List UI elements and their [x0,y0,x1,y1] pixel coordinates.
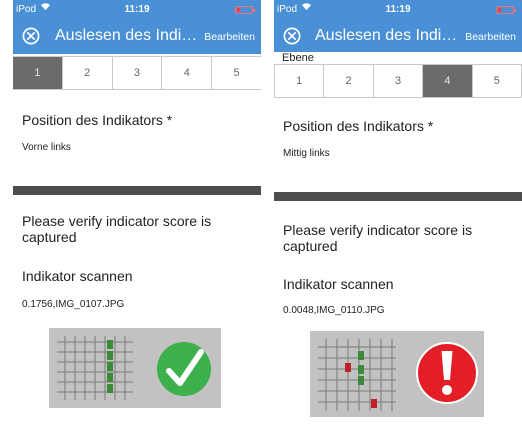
step-tab-4[interactable]: 4 [161,57,211,89]
scan-value[interactable]: 0.1756,IMG_0107.JPG [22,299,124,310]
page-title: Auslesen des Indi… [315,27,458,44]
status-bar: iPod 11:19 [274,0,522,20]
checkmark-icon [157,342,211,396]
verify-message: Please verify indicator score is capture… [22,213,212,245]
position-label: Position des Indikators * [283,118,434,134]
step-selector: 1 2 3 4 5 [274,64,522,98]
verify-message: Please verify indicator score is capture… [283,222,473,254]
step-tab-4[interactable]: 4 [422,65,472,97]
section-divider [13,186,261,195]
navigation-bar: Auslesen des Indi… Bearbeiten [13,20,261,54]
step-tab-3[interactable]: 3 [111,57,162,89]
indicator-scan-image[interactable] [310,331,484,417]
navigation-bar: Auslesen des Indi… Bearbeiten [274,20,522,52]
battery-icon [235,6,255,14]
position-value[interactable]: Vorne links [22,142,71,153]
indicator-grid [318,339,478,411]
scan-value[interactable]: 0.0048,IMG_0110.JPG [283,305,385,316]
step-tab-5[interactable]: 5 [211,57,261,89]
step-tab-2[interactable]: 2 [323,65,372,97]
close-icon[interactable] [22,27,40,45]
status-bar: iPod 11:19 [13,0,261,20]
section-divider [274,192,522,201]
phone-screen-left: iPod 11:19 Auslesen des Indi… Bearbeiten… [13,0,261,434]
exclamation-icon [416,342,478,404]
scan-label: Indikator scannen [22,268,133,284]
step-tab-5[interactable]: 5 [471,65,521,97]
battery-icon [496,6,516,14]
indicator-scan-image[interactable] [49,328,221,408]
indicator-grid [57,336,211,400]
step-selector: 1 2 3 4 5 [13,56,261,90]
section-label-ebene: Ebene [282,52,314,64]
phone-screen-right: Ebene iPod 11:19 Auslesen des Indi… Bear… [274,0,522,434]
edit-button[interactable]: Bearbeiten [465,31,516,43]
step-tab-1[interactable]: 1 [13,57,62,89]
status-time: 11:19 [385,4,411,15]
edit-button[interactable]: Bearbeiten [204,31,255,43]
step-tab-3[interactable]: 3 [372,65,422,97]
position-label: Position des Indikators * [22,112,173,128]
step-tab-1[interactable]: 1 [275,65,323,97]
step-tab-2[interactable]: 2 [61,57,112,89]
position-value[interactable]: Mittig links [283,148,330,159]
status-time: 11:19 [124,4,150,15]
scan-label: Indikator scannen [283,276,394,292]
close-icon[interactable] [283,27,301,45]
page-title: Auslesen des Indi… [55,27,198,44]
